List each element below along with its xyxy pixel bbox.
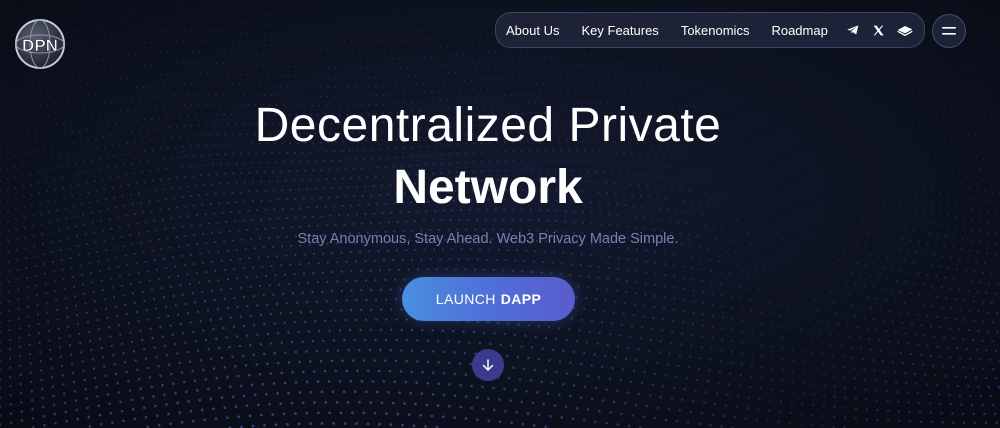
hamburger-icon	[942, 27, 956, 35]
nav-link-roadmap[interactable]: Roadmap	[771, 23, 827, 38]
menu-button[interactable]	[932, 14, 966, 48]
arrow-down-icon	[482, 359, 494, 371]
cta-label-bold: DAPP	[500, 291, 542, 307]
hero-title-line2: Network	[393, 161, 583, 214]
gitbook-icon[interactable]	[897, 22, 913, 38]
scroll-down-button[interactable]	[472, 349, 504, 381]
hero-title-line1: Decentralized Private	[254, 99, 722, 152]
nav-link-key-features[interactable]: Key Features	[581, 23, 658, 38]
dpn-logo[interactable]: DPN	[12, 16, 68, 72]
x-icon[interactable]	[871, 22, 887, 38]
cta-label-prefix: LAUNCH	[435, 291, 496, 307]
launch-dapp-button[interactable]: LAUNCH DAPP	[402, 277, 575, 321]
hero-subtitle: Stay Anonymous, Stay Ahead. Web3 Privacy…	[297, 231, 679, 247]
nav-link-tokenomics[interactable]: Tokenomics	[681, 23, 750, 38]
nav-link-about-us[interactable]: About Us	[506, 23, 559, 38]
globe-logo-icon: DPN	[15, 19, 65, 69]
telegram-icon[interactable]	[845, 22, 861, 38]
top-navigation: About Us Key Features Tokenomics Roadmap	[495, 12, 925, 48]
